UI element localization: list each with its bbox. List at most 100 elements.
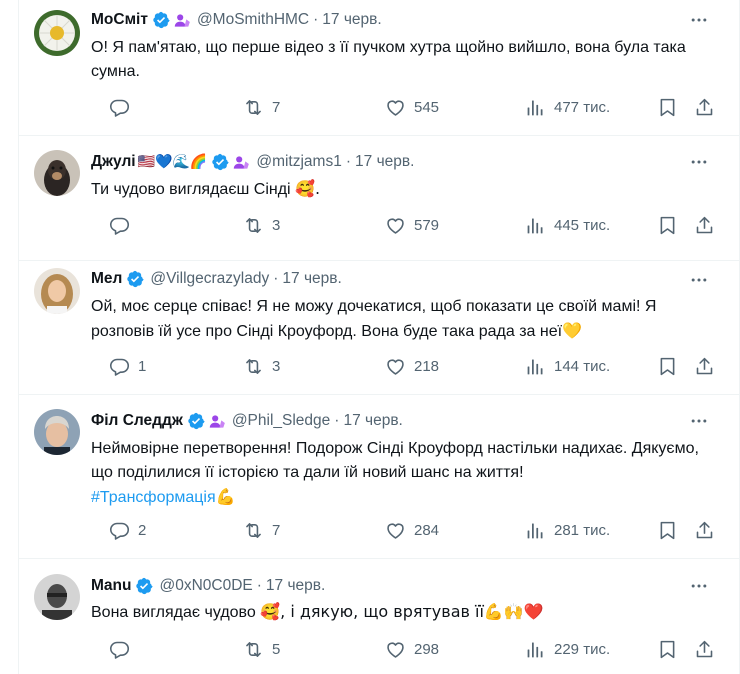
more-icon[interactable]: [689, 270, 709, 290]
views-button[interactable]: 445 тис.: [525, 215, 610, 236]
tweet[interactable]: Філ Следдж @Phil_Sledge · 17 черв. Неймо…: [19, 395, 739, 559]
reply-button[interactable]: 2: [109, 520, 146, 541]
bookmark-button[interactable]: [657, 520, 678, 541]
reply-button[interactable]: 1: [109, 356, 146, 377]
views-button[interactable]: 281 тис.: [525, 520, 610, 541]
share-icon: [694, 639, 715, 660]
display-name[interactable]: Manu: [91, 577, 131, 595]
retweet-icon: [243, 356, 264, 377]
like-button[interactable]: 284: [385, 520, 439, 541]
like-button[interactable]: 545: [385, 97, 439, 118]
more-icon[interactable]: [689, 576, 709, 596]
more-icon[interactable]: [689, 10, 709, 30]
reply-feed: МоСміт @MoSmithHMC · 17 черв. О! Я пам'я…: [18, 0, 740, 674]
user-handle[interactable]: @mitzjams1: [256, 153, 342, 171]
share-button[interactable]: [694, 356, 715, 377]
tweet[interactable]: Мел @Villgecrazylady · 17 черв. Ой, моє …: [19, 261, 739, 395]
retweet-button[interactable]: 7: [243, 520, 280, 541]
tweet-text: Ти чудово виглядаєш Сінді 🥰.: [91, 177, 713, 202]
view-count: 477 тис.: [554, 99, 611, 116]
share-icon: [694, 356, 715, 377]
tweet[interactable]: Manu @0xN0C0DE · 17 черв. Вона виглядає …: [19, 559, 739, 674]
hashtag-emoji: 💪: [215, 487, 236, 506]
reply-icon: [109, 97, 130, 118]
reply-button[interactable]: [109, 97, 130, 118]
verified-icon: [135, 577, 153, 595]
display-name[interactable]: Джулі: [91, 153, 136, 171]
bookmark-icon: [657, 215, 678, 236]
reply-button[interactable]: [109, 639, 130, 660]
retweet-count: 3: [272, 358, 281, 375]
like-button[interactable]: 218: [385, 356, 439, 377]
hashtag-link[interactable]: #Трансформація: [91, 489, 216, 506]
avatar[interactable]: [34, 268, 80, 314]
bookmark-button[interactable]: [657, 639, 678, 660]
tweet-text: Ой, моє серце співає! Я не можу дочекати…: [91, 295, 713, 344]
like-count: 218: [414, 358, 440, 375]
views-button[interactable]: 477 тис.: [525, 97, 610, 118]
user-handle[interactable]: @Phil_Sledge: [232, 412, 330, 430]
share-button[interactable]: [694, 97, 715, 118]
post-date[interactable]: 17 черв.: [266, 577, 325, 595]
like-icon: [385, 639, 406, 660]
display-name[interactable]: Філ Следдж: [91, 412, 183, 430]
share-icon: [694, 215, 715, 236]
views-icon: [525, 520, 546, 541]
avatar[interactable]: [34, 150, 80, 196]
views-button[interactable]: 144 тис.: [525, 356, 610, 377]
user-handle[interactable]: @MoSmithHMC: [197, 11, 309, 29]
separator-dot: ·: [345, 153, 352, 170]
retweet-button[interactable]: 3: [243, 215, 280, 236]
like-button[interactable]: 298: [385, 639, 439, 660]
bookmark-icon: [657, 520, 678, 541]
more-icon[interactable]: [689, 411, 709, 431]
tweet-text-body: Неймовірне перетворення! Подорож Сінді К…: [91, 440, 699, 481]
tweet-text: Неймовірне перетворення! Подорож Сінді К…: [91, 437, 713, 510]
tweet-text-body: Ти чудово виглядаєш Сінді: [91, 181, 291, 198]
like-icon: [385, 215, 406, 236]
separator-dot: ·: [313, 11, 319, 28]
share-icon: [694, 520, 715, 541]
like-icon: [385, 356, 406, 377]
avatar[interactable]: [34, 409, 80, 455]
bookmark-icon: [657, 356, 678, 377]
views-icon: [525, 356, 546, 377]
retweet-count: 5: [272, 641, 281, 658]
retweet-button[interactable]: 7: [243, 97, 280, 118]
like-icon: [385, 97, 406, 118]
retweet-button[interactable]: 3: [243, 356, 280, 377]
separator-dot: ·: [334, 412, 340, 429]
views-button[interactable]: 229 тис.: [525, 639, 610, 660]
share-button[interactable]: [694, 520, 715, 541]
display-name[interactable]: Мел: [91, 270, 122, 288]
like-button[interactable]: 579: [385, 215, 439, 236]
share-button[interactable]: [694, 639, 715, 660]
avatar[interactable]: [34, 574, 80, 620]
subscriber-icon: [209, 413, 226, 430]
post-date[interactable]: 17 черв.: [322, 11, 381, 29]
tweet[interactable]: Джулі 🇺🇸💙🌊🌈 @mitzjams1 · 17 черв. Ти чуд…: [19, 136, 739, 261]
post-date[interactable]: 17 черв.: [282, 270, 341, 288]
bookmark-button[interactable]: [657, 215, 678, 236]
share-button[interactable]: [694, 215, 715, 236]
tweet[interactable]: МоСміт @MoSmithHMC · 17 черв. О! Я пам'я…: [19, 0, 739, 136]
tweet-text: О! Я пам'ятаю, що перше відео з її пучко…: [91, 36, 713, 84]
more-icon[interactable]: [689, 152, 709, 172]
user-handle[interactable]: @Villgecrazylady: [150, 270, 269, 288]
reply-icon: [109, 520, 130, 541]
bookmark-button[interactable]: [657, 97, 678, 118]
display-name[interactable]: МоСміт: [91, 11, 148, 29]
bookmark-button[interactable]: [657, 356, 678, 377]
text-emoji: 🥰, і дякую, що врятував її💪🙌❤️: [260, 602, 544, 621]
post-date[interactable]: 17 черв.: [355, 153, 414, 171]
reply-count: 2: [138, 522, 147, 539]
like-count: 579: [414, 217, 440, 234]
retweet-button[interactable]: 5: [243, 639, 280, 660]
view-count: 229 тис.: [554, 641, 611, 658]
avatar[interactable]: [34, 10, 80, 56]
bookmark-icon: [657, 97, 678, 118]
reply-button[interactable]: [109, 215, 130, 236]
user-handle[interactable]: @0xN0C0DE: [159, 577, 252, 595]
post-date[interactable]: 17 черв.: [343, 412, 402, 430]
separator-dot: ·: [256, 577, 262, 594]
